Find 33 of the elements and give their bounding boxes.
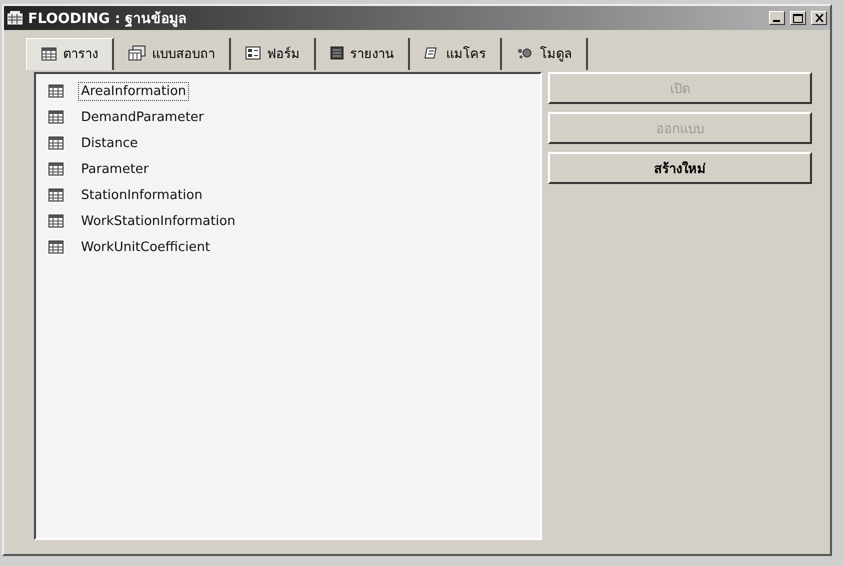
table-icon [41,46,57,60]
table-icon [48,162,64,176]
tab[interactable]: ตาราง [26,38,114,70]
maximize-icon [793,14,803,22]
table-icon [48,214,64,228]
tab[interactable]: ฟอร์ม [231,38,316,70]
close-button[interactable] [811,11,827,25]
table-item[interactable]: StationInformation [78,186,206,204]
table-icon [48,188,64,202]
database-icon [7,11,23,25]
table-icon [48,136,64,150]
module-icon [516,46,534,60]
table-icon [48,84,64,98]
stacked-windows-icon [128,45,146,61]
table-item[interactable]: Distance [78,134,141,152]
action-button[interactable]: สร้างใหม่ [548,152,812,184]
report-icon [330,46,344,60]
table-item[interactable]: AreaInformation [78,82,190,100]
table-icon [48,110,64,124]
minimize-button[interactable] [769,11,785,25]
tab[interactable]: แบบสอบถา [114,38,231,70]
table-item[interactable]: WorkStationInformation [78,212,238,230]
form-icon [245,46,261,60]
table-item[interactable]: WorkUnitCoefficient [78,238,214,256]
table-icon [48,240,64,254]
window-title: FLOODING : ฐานข้อมูล [28,10,188,29]
maximize-button[interactable] [790,11,806,25]
tab[interactable]: แมโคร [410,38,502,70]
close-icon [814,14,824,22]
tab[interactable]: โมดูล [502,38,588,70]
table-item[interactable]: Parameter [78,160,152,178]
table-item[interactable]: DemandParameter [78,108,207,126]
tab[interactable]: รายงาน [316,38,410,70]
